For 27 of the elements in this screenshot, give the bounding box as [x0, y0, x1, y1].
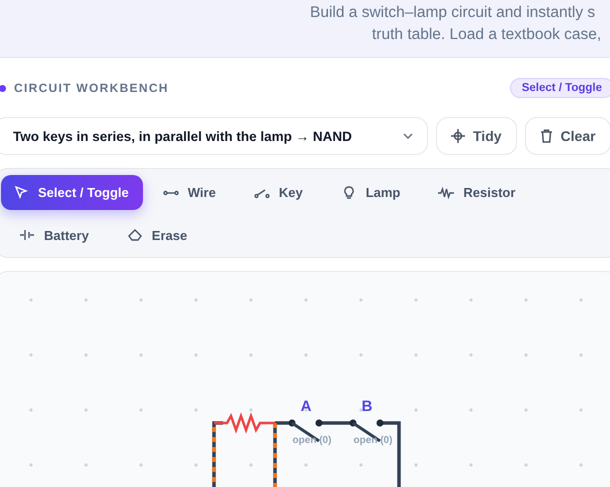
tool-button[interactable]: Lamp — [322, 175, 418, 210]
tool-button[interactable]: Resistor — [420, 175, 534, 210]
erase-icon — [126, 228, 143, 242]
intro-text: truth table. Load a textbook case, — [371, 25, 602, 45]
key-state: open (0) — [354, 435, 392, 446]
key-state: open (0) — [292, 435, 332, 446]
resistor-icon — [438, 186, 454, 200]
clear-button[interactable]: Clear — [524, 117, 610, 155]
preset-dropdown[interactable]: Two keys in series, in parallel with the lamp → NAND — [0, 117, 428, 155]
tool-button[interactable]: Wire — [144, 175, 234, 210]
key-label: A — [300, 398, 312, 415]
resistor — [214, 412, 275, 434]
tool-button[interactable]: Select / Toggle — [1, 175, 143, 210]
chevron-down-icon — [403, 133, 413, 139]
crosshair-icon — [451, 129, 465, 143]
key-label: B — [362, 398, 372, 415]
select-icon — [13, 186, 29, 200]
section-title: CIRCUIT WORKBENCH — [14, 81, 169, 95]
tool-button[interactable]: Key — [236, 175, 321, 210]
battery-icon — [19, 228, 35, 242]
status-dot — [0, 84, 6, 92]
tool-button[interactable]: Erase — [108, 218, 206, 252]
trash-icon — [540, 129, 553, 143]
tool-button[interactable]: Battery — [1, 218, 107, 252]
mode-badge: Select / Toggle — [510, 78, 610, 98]
tidy-button[interactable]: Tidy — [436, 117, 517, 155]
intro-text: Build a switch–lamp circuit and instantly s — [309, 3, 596, 23]
